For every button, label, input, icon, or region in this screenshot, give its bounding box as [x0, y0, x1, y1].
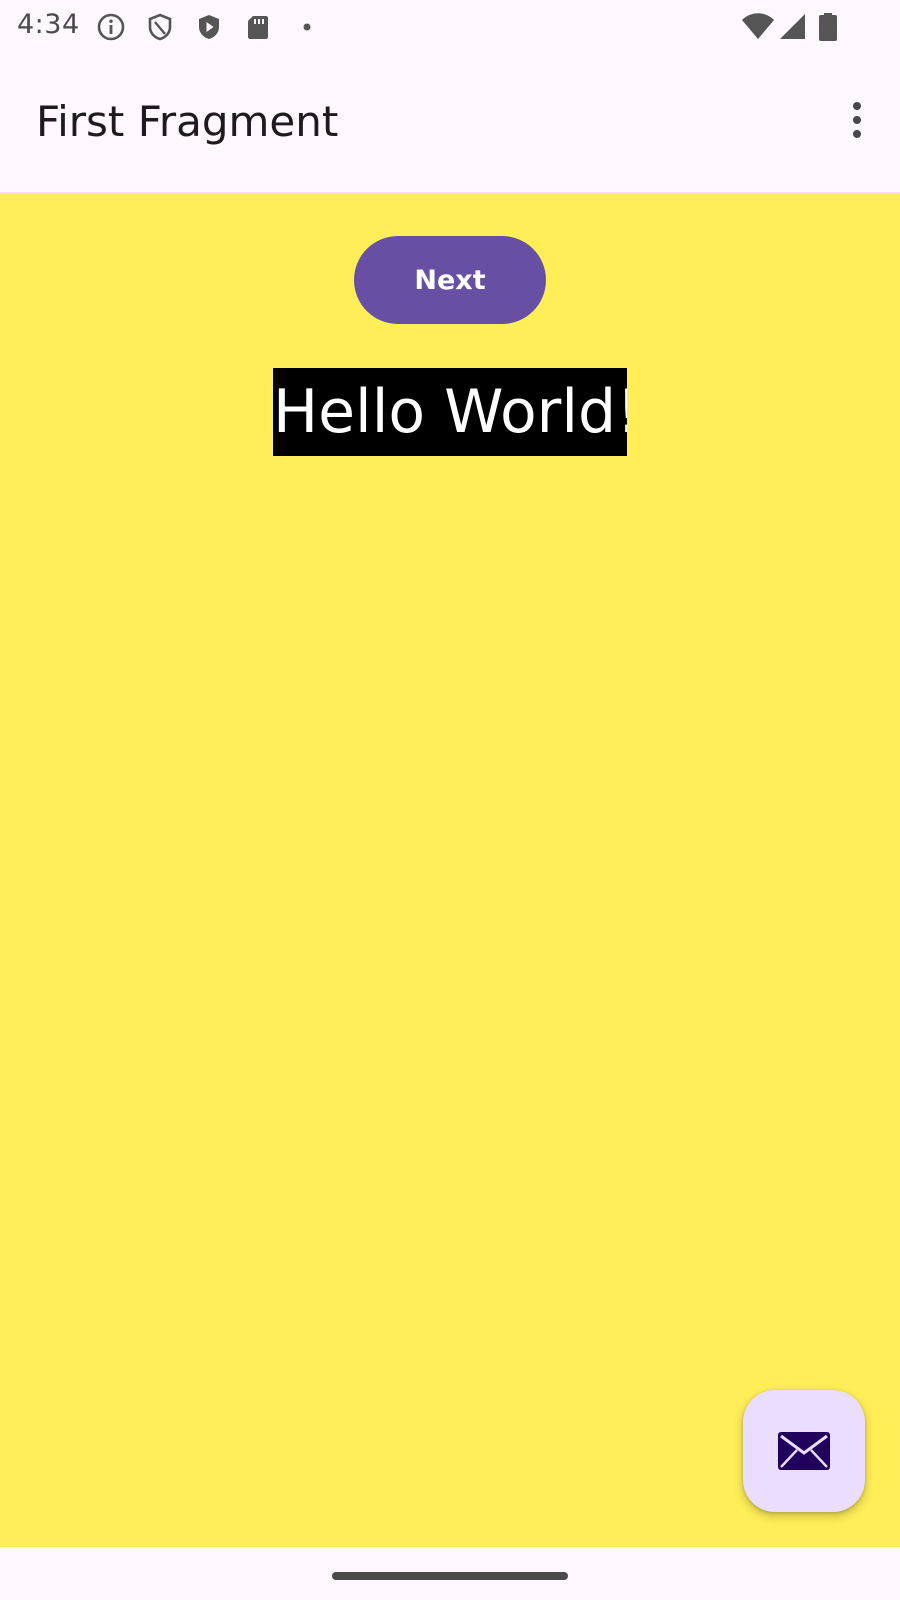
dot-icon — [292, 12, 322, 42]
hello-world-text: Hello World! — [273, 368, 627, 456]
next-button[interactable]: Next — [354, 236, 546, 324]
play-protect-icon — [194, 12, 224, 42]
status-bar: 4:34 — [0, 0, 900, 52]
more-vert-icon[interactable] — [842, 100, 872, 140]
battery-icon — [816, 12, 840, 42]
status-time: 4:34 — [17, 9, 80, 40]
app-title: First Fragment — [36, 97, 339, 146]
sd-card-icon — [243, 12, 273, 42]
gesture-handle[interactable] — [332, 1572, 568, 1580]
shield-outline-icon — [145, 12, 175, 42]
email-fab[interactable] — [743, 1390, 865, 1512]
signal-icon — [777, 12, 807, 42]
navigation-bar — [0, 1547, 900, 1600]
fragment-content: Next Hello World! — [0, 193, 900, 1547]
mail-icon — [778, 1432, 830, 1470]
app-bar: First Fragment — [0, 52, 900, 193]
wifi-icon — [740, 12, 776, 42]
info-icon — [96, 12, 126, 42]
